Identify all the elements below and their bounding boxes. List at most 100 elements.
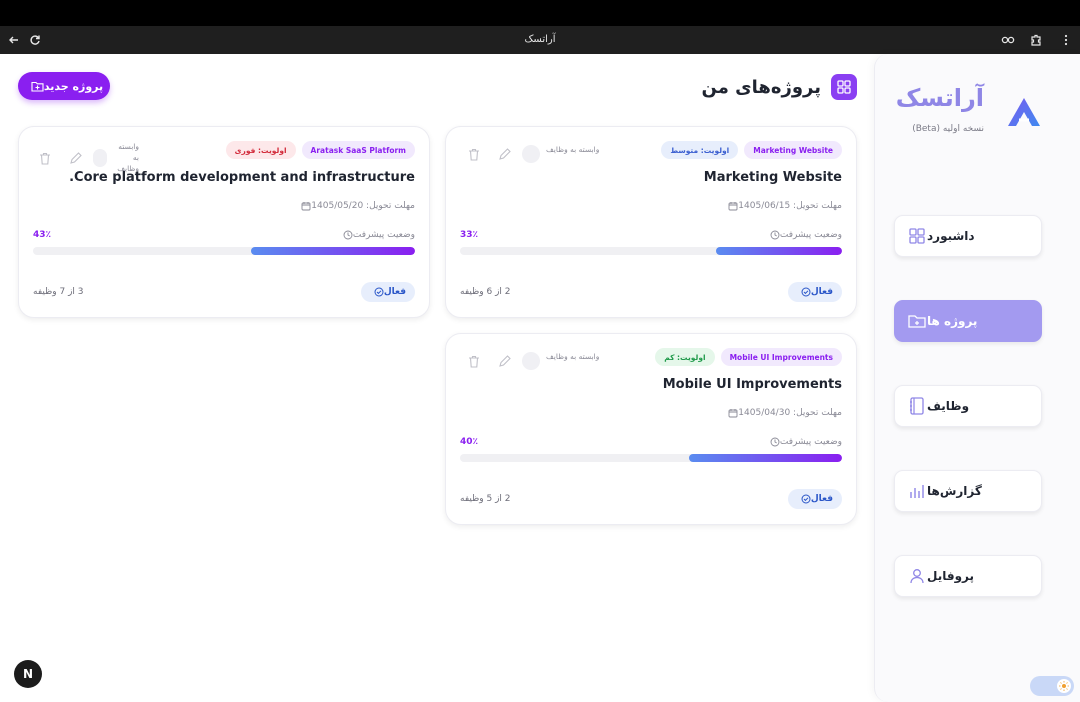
task-count: 3 از 7 وظیفه: [33, 287, 84, 297]
progress-fill: [250, 247, 415, 255]
project-title: Mobile UI Improvements: [662, 377, 842, 392]
progress-label-text: وضعیت پیشرفت: [352, 230, 415, 240]
progress-bar: [460, 454, 842, 462]
check-circle-icon: [801, 287, 811, 297]
sidebar-item-label: پروفایل: [927, 569, 975, 583]
project-title: Core platform development and infrastruc…: [69, 170, 415, 185]
task-count: 2 از 5 وظیفه: [460, 494, 511, 504]
project-tag: Mobile UI Improvements: [720, 348, 842, 366]
progress-fill: [715, 247, 842, 255]
sidebar-item-projects[interactable]: پروژه ها: [894, 300, 1042, 342]
progress-label: وضعیت پیشرفت: [766, 230, 842, 240]
trash-icon[interactable]: [466, 353, 482, 369]
browser-toolbar: آراتسک: [0, 26, 1080, 54]
task-count: 2 از 6 وظیفه: [460, 287, 511, 297]
priority-badge: اولویت: متوسط: [661, 141, 739, 159]
progress-label: وضعیت پیشرفت: [766, 437, 842, 447]
sidebar-item-label: وظایف: [927, 399, 970, 413]
dependency-avatar: [93, 149, 107, 167]
folder-plus-icon: [31, 81, 44, 92]
project-card-marketing[interactable]: Marketing Website اولویت: متوسط وابسته ب…: [445, 126, 857, 318]
trash-icon[interactable]: [37, 150, 53, 166]
notebook-icon: [907, 396, 927, 416]
clock-icon: [770, 437, 780, 447]
project-card-mobile-ui[interactable]: Mobile UI Improvements اولویت: کم وابسته…: [445, 333, 857, 525]
edit-pencil-icon[interactable]: [496, 146, 512, 162]
project-tag: Marketing Website: [744, 141, 842, 159]
clock-icon: [343, 230, 353, 240]
status-text: فعال: [810, 494, 833, 504]
sidebar-item-dashboard[interactable]: داشبورد: [894, 215, 1042, 257]
sidebar-item-profile[interactable]: پروفایل: [894, 555, 1042, 597]
new-project-button[interactable]: پروژه جدید: [18, 72, 110, 100]
card-tags: Aratask SaaS Platform اولویت: فوری: [225, 141, 415, 159]
status-badge: فعال: [787, 489, 842, 509]
progress-percent: 43٪: [33, 230, 52, 240]
check-circle-icon: [801, 494, 811, 504]
progress-fill: [689, 454, 842, 462]
edit-pencil-icon[interactable]: [496, 353, 512, 369]
check-circle-icon: [374, 287, 384, 297]
progress-label: وضعیت پیشرفت: [339, 230, 415, 240]
progress-bar: [460, 247, 842, 255]
progress-label-text: وضعیت پیشرفت: [779, 230, 842, 240]
due-date: مهلت تحویل: 1405/06/15: [724, 201, 842, 211]
app-root: آراتسک نسخه اولیه (Beta) داشبورد پروژه ه…: [0, 54, 1080, 702]
calendar-icon: [728, 201, 738, 211]
card-tags: Mobile UI Improvements اولویت: کم: [655, 348, 842, 366]
progress-percent: 33٪: [460, 230, 479, 240]
status-text: فعال: [383, 287, 406, 297]
more-menu-icon[interactable]: [1058, 32, 1074, 48]
top-black-strip: [0, 0, 1080, 26]
clock-icon: [770, 230, 780, 240]
sidebar-item-label: گزارش‌ها: [927, 484, 982, 498]
dependency-label: وابسته به وظایف: [546, 145, 600, 154]
edit-pencil-icon[interactable]: [67, 150, 83, 166]
dependency-avatar: [522, 145, 540, 163]
progress-bar: [33, 247, 415, 255]
card-tags: Marketing Website اولویت: متوسط: [661, 141, 842, 159]
status-text: فعال: [810, 287, 833, 297]
folder-icon: [907, 311, 927, 331]
progress-percent: 40٪: [460, 437, 479, 447]
sidebar-item-label: داشبورد: [927, 229, 975, 243]
due-date-text: مهلت تحویل: 1405/04/30: [738, 408, 842, 418]
project-card-aratask[interactable]: Aratask SaaS Platform اولویت: فوری وابست…: [18, 126, 430, 318]
project-tag: Aratask SaaS Platform: [301, 141, 415, 159]
brand-version: نسخه اولیه (Beta): [912, 124, 984, 134]
priority-badge: اولویت: فوری: [225, 141, 296, 159]
sidebar-item-label: پروژه ها: [927, 314, 978, 328]
theme-toggle[interactable]: [1030, 676, 1074, 696]
dependency-avatar: [522, 352, 540, 370]
new-project-label: پروژه جدید: [43, 79, 104, 93]
dashboard-icon: [907, 226, 927, 246]
sun-icon: [1057, 679, 1071, 693]
sidebar-item-reports[interactable]: گزارش‌ها: [894, 470, 1042, 512]
project-title: Marketing Website: [703, 170, 842, 185]
due-date-text: مهلت تحویل: 1405/05/20: [311, 201, 415, 211]
trash-icon[interactable]: [466, 146, 482, 162]
status-badge: فعال: [360, 282, 415, 302]
aratask-logo-icon: [1006, 96, 1042, 128]
extensions-icon[interactable]: [1028, 32, 1044, 48]
bar-chart-icon: [907, 481, 927, 501]
calendar-icon: [301, 201, 311, 211]
brand-name: آراتسک: [895, 84, 984, 112]
due-date: مهلت تحویل: 1405/04/30: [724, 408, 842, 418]
sidebar-item-tasks[interactable]: وظایف: [894, 385, 1042, 427]
user-icon: [907, 566, 927, 586]
key-icon[interactable]: [1000, 32, 1016, 48]
page-header: پروژه‌های من: [702, 74, 857, 100]
due-date: مهلت تحویل: 1405/05/20: [297, 201, 415, 211]
dependency-label: وابسته به وظایف: [546, 352, 600, 361]
page-title: پروژه‌های من: [701, 76, 821, 98]
sidebar: آراتسک نسخه اولیه (Beta) داشبورد پروژه ه…: [874, 54, 1080, 702]
grid-icon: [831, 74, 857, 100]
status-badge: فعال: [787, 282, 842, 302]
due-date-text: مهلت تحویل: 1405/06/15: [738, 201, 842, 211]
progress-label-text: وضعیت پیشرفت: [779, 437, 842, 447]
priority-badge: اولویت: کم: [655, 348, 715, 366]
calendar-icon: [728, 408, 738, 418]
nextjs-dev-badge[interactable]: N: [14, 660, 42, 688]
browser-tab-title: آراتسک: [524, 34, 556, 45]
